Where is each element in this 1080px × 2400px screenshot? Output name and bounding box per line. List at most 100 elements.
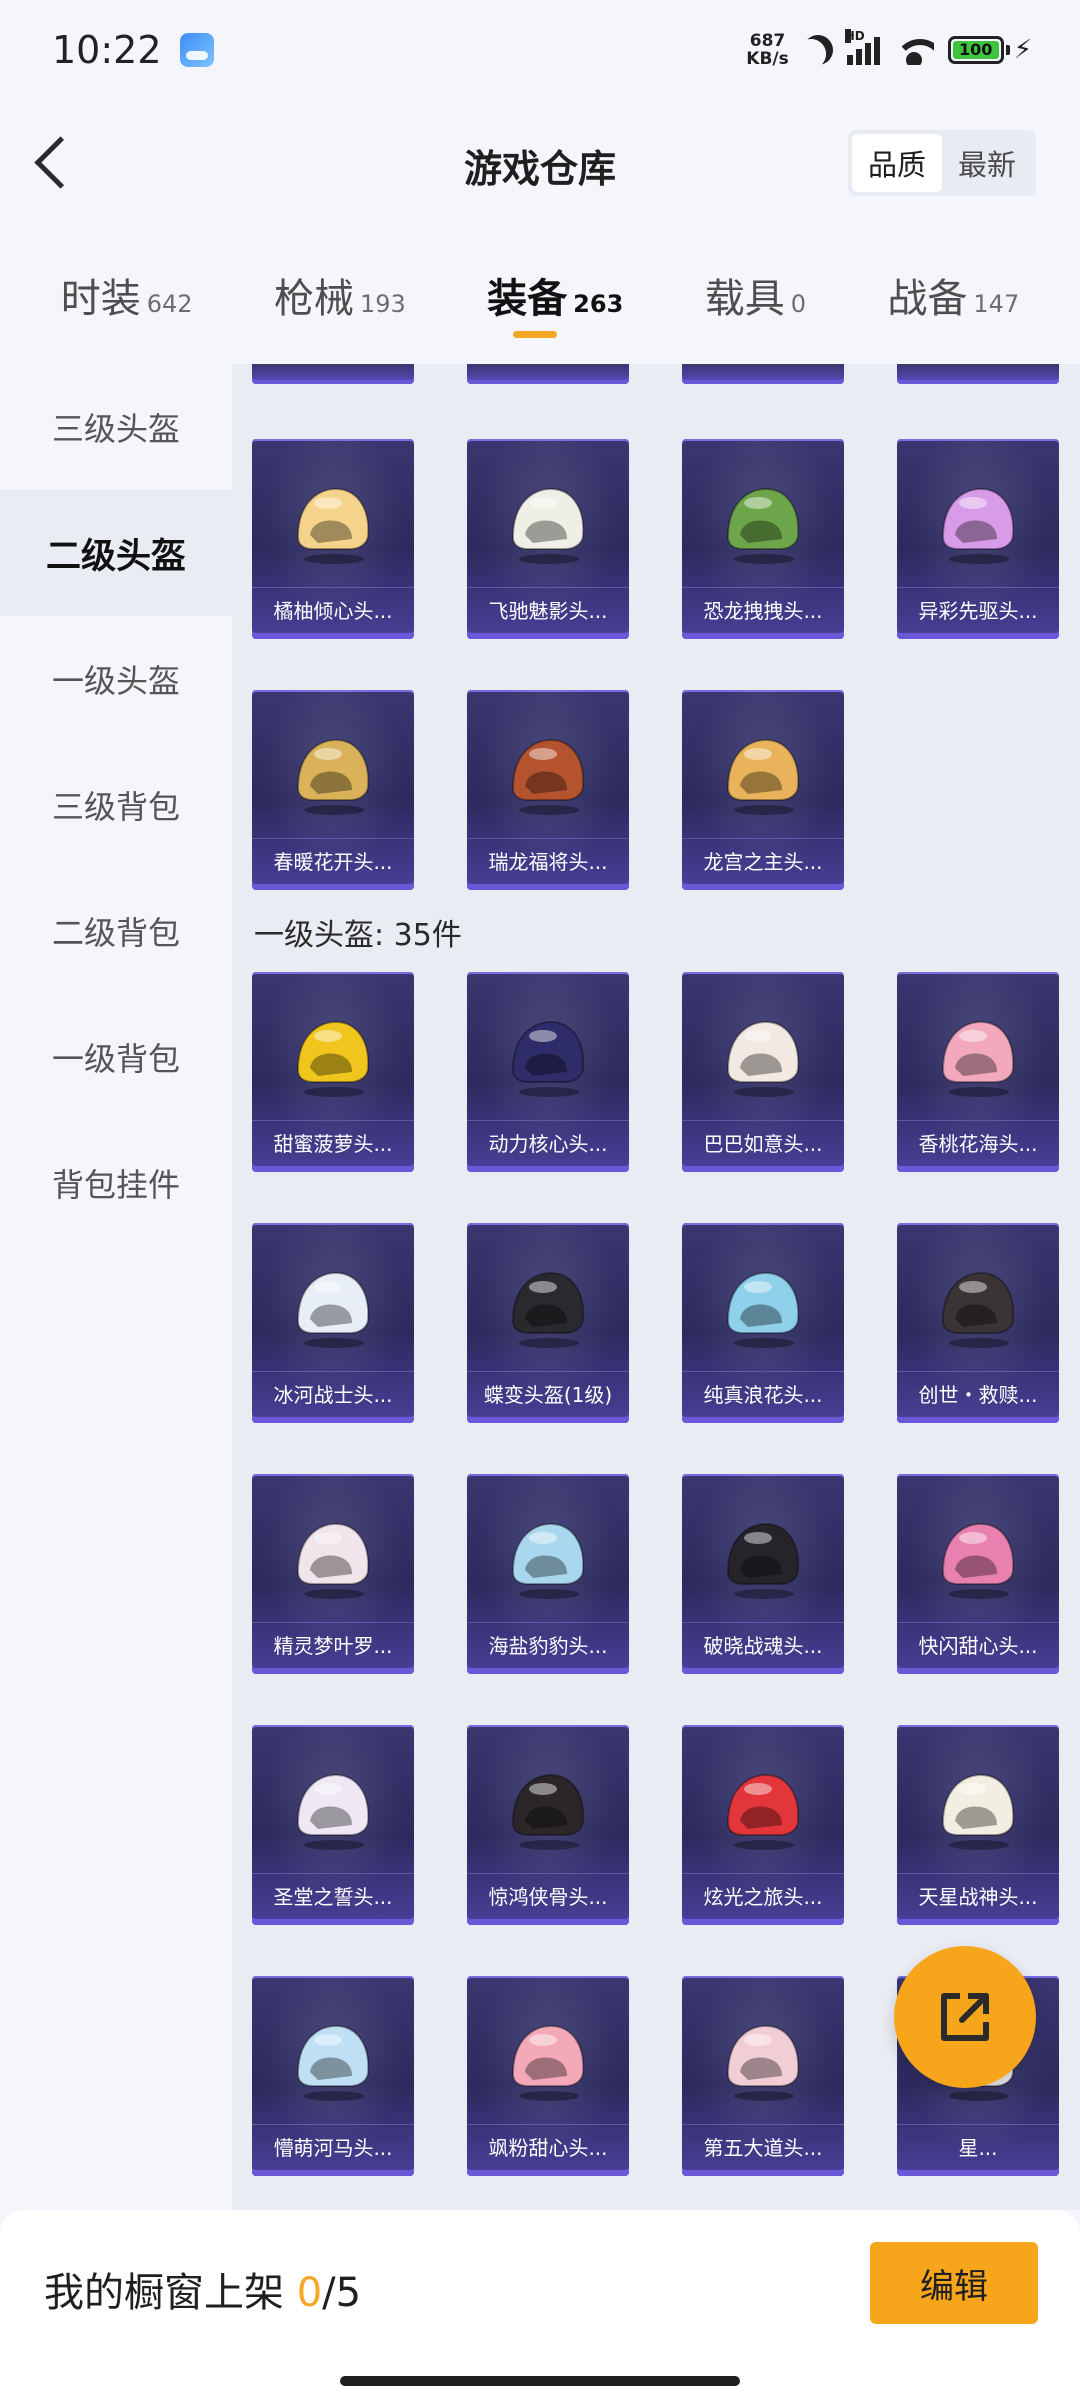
tab-vehicles[interactable]: 载具 0: [705, 250, 806, 340]
tab-battle-gear[interactable]: 战备 147: [887, 250, 1019, 340]
item-card-partial[interactable]: [682, 364, 844, 384]
network-speed: 687 KB/s: [746, 32, 788, 68]
sidebar-item-level2-backpack[interactable]: 二级背包: [0, 868, 232, 994]
item-card[interactable]: 圣堂之誓头...: [252, 1725, 414, 1925]
item-name: 动力核心头...: [467, 1120, 629, 1166]
dragon-palace-helmet-icon: [726, 738, 800, 815]
peach-helmet-icon: [941, 1020, 1015, 1097]
do-not-disturb-icon: [797, 30, 838, 71]
status-bar: 10:22 687 KB/s HD 100 ⚡: [0, 0, 1080, 100]
item-card-partial[interactable]: [252, 364, 414, 384]
tab-fashion[interactable]: 时装 642: [61, 250, 193, 340]
item-name: 龙宫之主头...: [682, 838, 844, 884]
item-name: 第五大道头...: [682, 2124, 844, 2170]
tab-equipment[interactable]: 装备 263: [487, 250, 623, 340]
weather-app-icon: [179, 33, 214, 67]
item-card[interactable]: 海盐豹豹头...: [467, 1474, 629, 1674]
item-card[interactable]: 天星战神头...: [897, 1725, 1059, 1925]
item-card[interactable]: 异彩先驱头...: [897, 439, 1059, 639]
frog-helmet-icon: [726, 487, 800, 564]
item-name: 惊鸿侠骨头...: [467, 1873, 629, 1919]
item-card[interactable]: 精灵梦叶罗...: [252, 1474, 414, 1674]
item-name: 橘柚倾心头...: [252, 587, 414, 633]
sidebar: 三级头盔 二级头盔 一级头盔 三级背包 二级背包 一级背包 背包挂件: [0, 364, 232, 2204]
item-card[interactable]: 第五大道头...: [682, 1976, 844, 2176]
dragon-helmet-icon: [511, 738, 585, 815]
sidebar-item-level1-backpack[interactable]: 一级背包: [0, 994, 232, 1120]
item-name: 快闪甜心头...: [897, 1622, 1059, 1668]
item-name: 天星战神头...: [897, 1873, 1059, 1919]
tab-label: 载具: [704, 276, 785, 322]
item-card[interactable]: 飞驰魅影头...: [467, 439, 629, 639]
status-time: 10:22: [52, 28, 162, 72]
header: 游戏仓库 品质 最新: [0, 100, 1080, 230]
tab-label: 战备: [887, 276, 968, 322]
bottom-bar: 我的橱窗上架 0/5 编辑: [0, 2210, 1080, 2400]
item-card[interactable]: 龙宫之主头...: [682, 690, 844, 890]
sidebar-item-level1-helmet[interactable]: 一级头盔: [0, 616, 232, 742]
tab-count: 0: [790, 290, 806, 318]
item-card[interactable]: 炫光之旅头...: [682, 1725, 844, 1925]
section-title-level1-helmet: 一级头盔: 35件: [254, 918, 462, 953]
spiked-helmet-icon: [726, 1522, 800, 1599]
item-card[interactable]: 冰河战士头...: [252, 1223, 414, 1423]
edit-button[interactable]: 编辑: [870, 2242, 1038, 2324]
sidebar-item-level3-backpack[interactable]: 三级背包: [0, 742, 232, 868]
ice-helmet-icon: [296, 1271, 370, 1348]
item-card[interactable]: 春暖花开头...: [252, 690, 414, 890]
item-card-partial[interactable]: [897, 364, 1059, 384]
item-card-partial[interactable]: [467, 364, 629, 384]
showcase-total-count: /5: [322, 2270, 362, 2316]
battery-icon: 100 ⚡: [947, 35, 1032, 65]
item-card[interactable]: 懵萌河马头...: [252, 1976, 414, 2176]
star-helmet-icon: [941, 1773, 1015, 1850]
battery-level: 100: [952, 41, 999, 59]
pineapple-helmet-icon: [296, 1020, 370, 1097]
item-name: 炫光之旅头...: [682, 1873, 844, 1919]
item-card[interactable]: 纯真浪花头...: [682, 1223, 844, 1423]
item-card[interactable]: 破晓战魂头...: [682, 1474, 844, 1674]
wave-helmet-icon: [726, 1271, 800, 1348]
network-speed-value: 687: [749, 31, 786, 51]
item-card[interactable]: 快闪甜心头...: [897, 1474, 1059, 1674]
sort-toggle: 品质 最新: [848, 130, 1036, 196]
share-external-icon: [941, 1993, 989, 2041]
sort-newest-option[interactable]: 最新: [942, 134, 1032, 192]
item-card[interactable]: 香桃花海头...: [897, 972, 1059, 1172]
tab-count: 642: [146, 290, 193, 318]
item-card[interactable]: 甜蜜菠萝头...: [252, 972, 414, 1172]
plaid-helmet-icon: [726, 2024, 800, 2101]
item-card[interactable]: 蝶变头盔(1级): [467, 1223, 629, 1423]
item-card[interactable]: 动力核心头...: [467, 972, 629, 1172]
home-indicator[interactable]: [340, 2376, 740, 2386]
item-card[interactable]: 巴巴如意头...: [682, 972, 844, 1172]
tab-guns[interactable]: 枪械 193: [274, 250, 406, 340]
status-icons: 687 KB/s HD 100 ⚡: [746, 29, 1032, 71]
sidebar-item-level2-helmet[interactable]: 二级头盔: [0, 490, 232, 616]
item-card[interactable]: 创世・救赎...: [897, 1223, 1059, 1423]
tab-label: 枪械: [273, 276, 354, 322]
item-name: 飒粉甜心头...: [467, 2124, 629, 2170]
item-card[interactable]: 恐龙拽拽头...: [682, 439, 844, 639]
share-button[interactable]: [894, 1946, 1036, 2088]
cell-signal-icon: HD: [844, 29, 880, 65]
item-card[interactable]: 瑞龙福将头...: [467, 690, 629, 890]
sweetheart-helmet-icon: [941, 1522, 1015, 1599]
tab-count: 147: [973, 290, 1020, 318]
hippo-helmet-icon: [296, 2024, 370, 2101]
item-name: 精灵梦叶罗...: [252, 1622, 414, 1668]
hd-label: HD: [844, 29, 865, 43]
item-name: 春暖花开头...: [252, 838, 414, 884]
item-card[interactable]: 飒粉甜心头...: [467, 1976, 629, 2176]
item-name: 破晓战魂头...: [682, 1622, 844, 1668]
elf-helmet-icon: [296, 1522, 370, 1599]
item-name: 恐龙拽拽头...: [682, 587, 844, 633]
pink-helmet-icon: [511, 2024, 585, 2101]
item-card[interactable]: 惊鸿侠骨头...: [467, 1725, 629, 1925]
network-speed-unit: KB/s: [746, 49, 789, 69]
sidebar-item-backpack-charm[interactable]: 背包挂件: [0, 1120, 232, 1246]
power-core-helmet-icon: [511, 1020, 585, 1097]
sort-quality-option[interactable]: 品质: [852, 134, 942, 192]
sidebar-item-level3-helmet[interactable]: 三级头盔: [0, 364, 232, 490]
item-card[interactable]: 橘柚倾心头...: [252, 439, 414, 639]
